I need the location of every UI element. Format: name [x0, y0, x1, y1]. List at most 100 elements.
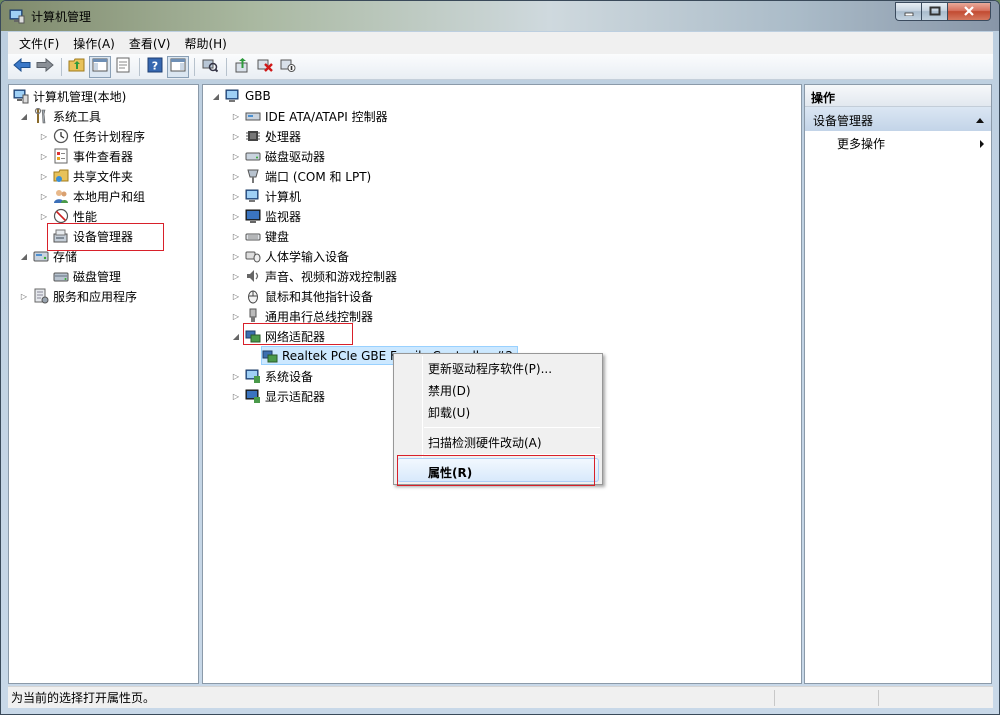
- device-category-computer[interactable]: ▷ 计算机: [231, 186, 301, 206]
- device-category-ports[interactable]: ▷ 端口 (COM 和 LPT): [231, 166, 371, 186]
- scan-hardware-button[interactable]: [199, 56, 221, 78]
- collapsed-triangle-icon[interactable]: ▷: [231, 251, 241, 261]
- menu-action[interactable]: 操作(A): [66, 33, 122, 54]
- device-manager-highlight-box: [47, 223, 164, 251]
- shared-folder-icon: [53, 168, 69, 184]
- menu-uninstall[interactable]: 卸载(U): [428, 404, 470, 421]
- title-bar[interactable]: 计算机管理: [1, 1, 999, 31]
- status-bar: 为当前的选择打开属性页。: [8, 686, 993, 708]
- properties-toolbar-button[interactable]: [112, 56, 134, 78]
- collapsed-triangle-icon[interactable]: ▷: [231, 291, 241, 301]
- help-button[interactable]: ?: [144, 56, 166, 78]
- console-tree-pane: 计算机管理(本地) ◢ 系统工具 ▷ 任务计划程序 ▷ 事件查看器 ▷ 共享文件…: [8, 84, 199, 684]
- tree-item-task-scheduler[interactable]: ▷ 任务计划程序: [39, 126, 145, 146]
- tree-item-event-viewer[interactable]: ▷ 事件查看器: [39, 146, 133, 166]
- collapsed-triangle-icon[interactable]: ▷: [231, 271, 241, 281]
- tree-label: 任务计划程序: [73, 129, 146, 144]
- device-category-ide[interactable]: ▷ IDE ATA/ATAPI 控制器: [231, 106, 388, 126]
- tree-item-system-tools[interactable]: ◢ 系统工具: [19, 106, 101, 126]
- computer-management-icon: [13, 88, 29, 104]
- forward-button[interactable]: [34, 56, 56, 78]
- device-category-monitors[interactable]: ▷ 监视器: [231, 206, 301, 226]
- tree-item-local-users[interactable]: ▷ 本地用户和组: [39, 186, 145, 206]
- minimize-button[interactable]: [895, 2, 921, 21]
- collapsed-triangle-icon[interactable]: ▷: [39, 131, 49, 141]
- expanded-triangle-icon[interactable]: ◢: [19, 251, 29, 261]
- tree-label: 性能: [73, 209, 98, 224]
- menu-scan-hardware[interactable]: 扫描检测硬件改动(A): [428, 434, 542, 451]
- device-category-system[interactable]: ▷ 系统设备: [231, 366, 313, 386]
- tree-item-services-apps[interactable]: ▷ 服务和应用程序: [19, 286, 137, 306]
- tree-item-computer-management[interactable]: 计算机管理(本地): [13, 86, 126, 106]
- device-category-disk-drives[interactable]: ▷ 磁盘驱动器: [231, 146, 325, 166]
- device-category-keyboards[interactable]: ▷ 键盘: [231, 226, 289, 246]
- collapsed-triangle-icon[interactable]: ▷: [39, 151, 49, 161]
- collapsed-triangle-icon[interactable]: ▷: [231, 231, 241, 241]
- maximize-button[interactable]: [921, 2, 947, 21]
- collapsed-triangle-icon[interactable]: ▷: [231, 311, 241, 321]
- show-hide-action-pane-button[interactable]: [167, 55, 189, 78]
- display-adapter-icon: [245, 388, 261, 404]
- speaker-icon: [245, 268, 261, 284]
- collapsed-triangle-icon[interactable]: ▷: [231, 211, 241, 221]
- collapsed-triangle-icon[interactable]: ▷: [231, 111, 241, 121]
- disk-management-icon: [53, 268, 69, 284]
- collapsed-triangle-icon[interactable]: ▷: [231, 191, 241, 201]
- menu-update-driver[interactable]: 更新驱动程序软件(P)...: [428, 360, 552, 377]
- ide-controller-icon: [245, 108, 261, 124]
- device-category-display[interactable]: ▷ 显示适配器: [231, 386, 325, 406]
- disk-drive-icon: [245, 148, 261, 164]
- tree-label: 共享文件夹: [73, 169, 134, 184]
- computer-icon: [225, 88, 241, 104]
- tree-item-disk-management[interactable]: 磁盘管理: [53, 266, 121, 286]
- disable-device-button[interactable]: [277, 56, 299, 78]
- show-hide-console-tree-button[interactable]: [89, 55, 111, 78]
- actions-pane: 操作 设备管理器 更多操作: [804, 84, 992, 684]
- menu-separator: [424, 427, 600, 428]
- window-title: 计算机管理: [31, 10, 92, 24]
- uninstall-device-button[interactable]: [254, 56, 276, 78]
- menu-help[interactable]: 帮助(H): [177, 33, 233, 54]
- close-button[interactable]: [947, 2, 991, 21]
- back-arrow-icon: [13, 57, 31, 75]
- expanded-triangle-icon[interactable]: ◢: [211, 91, 221, 101]
- collapsed-triangle-icon[interactable]: ▷: [39, 211, 49, 221]
- collapsed-triangle-icon[interactable]: ▷: [39, 171, 49, 181]
- network-adapter-icon: [262, 348, 278, 364]
- system-devices-icon: [245, 368, 261, 384]
- actions-section-device-manager[interactable]: 设备管理器: [805, 107, 991, 131]
- tree-label: 显示适配器: [265, 389, 326, 404]
- device-category-processor[interactable]: ▷ 处理器: [231, 126, 301, 146]
- properties-highlight-box: [397, 455, 595, 486]
- tree-label: 服务和应用程序: [53, 289, 138, 304]
- menu-disable[interactable]: 禁用(D): [428, 382, 471, 399]
- toolbar-separator: [194, 57, 195, 76]
- up-one-level-button[interactable]: [66, 56, 88, 78]
- port-icon: [245, 168, 261, 184]
- device-category-hid[interactable]: ▷ 人体学输入设备: [231, 246, 349, 266]
- collapsed-triangle-icon[interactable]: ▷: [231, 131, 241, 141]
- expanded-triangle-icon[interactable]: ◢: [19, 111, 29, 121]
- collapsed-triangle-icon[interactable]: ▷: [231, 371, 241, 381]
- menu-file[interactable]: 文件(F): [12, 33, 66, 54]
- expanded-triangle-icon[interactable]: ◢: [231, 331, 241, 341]
- performance-icon: [53, 208, 69, 224]
- caption-buttons: [895, 2, 991, 21]
- collapsed-triangle-icon[interactable]: ▷: [39, 191, 49, 201]
- device-tree-root[interactable]: ◢ GBB: [211, 86, 271, 106]
- more-actions-item[interactable]: 更多操作: [837, 135, 885, 152]
- monitor-icon: [245, 208, 261, 224]
- collapsed-triangle-icon[interactable]: ▷: [231, 151, 241, 161]
- collapsed-triangle-icon[interactable]: ▷: [231, 391, 241, 401]
- device-category-sound[interactable]: ▷ 声音、视频和游戏控制器: [231, 266, 397, 286]
- submenu-arrow-icon: [979, 138, 985, 152]
- collapsed-triangle-icon[interactable]: ▷: [231, 171, 241, 181]
- device-category-mice[interactable]: ▷ 鼠标和其他指针设备: [231, 286, 373, 306]
- collapse-up-arrow-icon[interactable]: [975, 113, 985, 127]
- menu-view[interactable]: 查看(V): [122, 33, 178, 54]
- collapsed-triangle-icon[interactable]: ▷: [19, 291, 29, 301]
- update-driver-button[interactable]: [231, 56, 253, 78]
- tree-item-shared-folders[interactable]: ▷ 共享文件夹: [39, 166, 133, 186]
- forward-arrow-icon: [36, 57, 54, 75]
- back-button[interactable]: [11, 56, 33, 78]
